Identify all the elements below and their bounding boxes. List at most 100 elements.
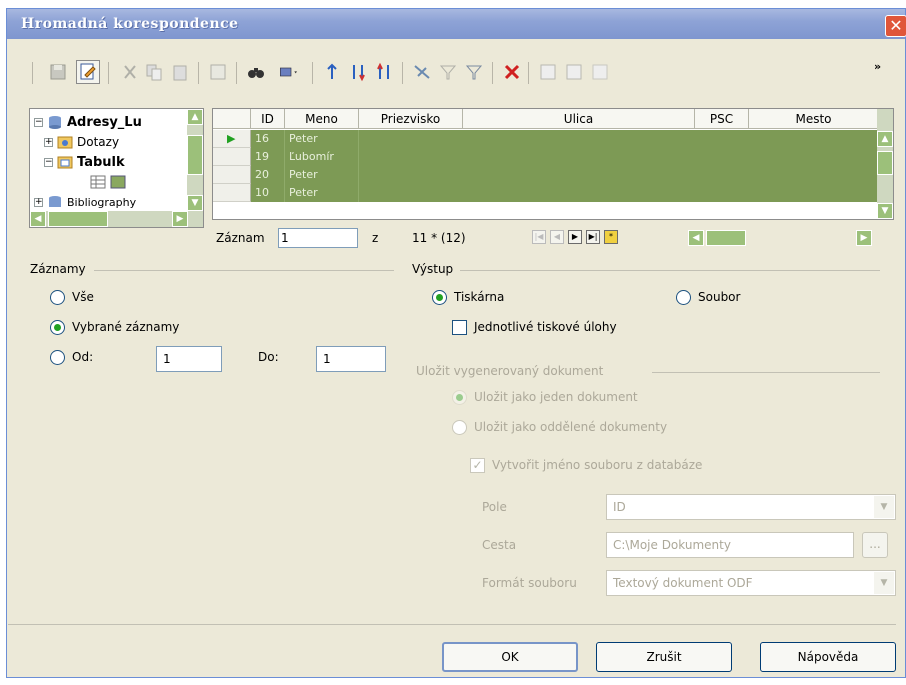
cell-rest[interactable] [359, 148, 879, 166]
single-print-jobs-label[interactable]: Jednotlivé tiskové úlohy [474, 320, 617, 334]
column-header-meno[interactable]: Meno [285, 109, 359, 129]
data-to-text-icon[interactable] [536, 60, 560, 84]
column-header-psc[interactable]: PSC [695, 109, 749, 129]
output-printer-label[interactable]: Tiskárna [454, 290, 504, 304]
tree-item-table[interactable] [90, 173, 130, 191]
records-from-input[interactable]: 1 [156, 346, 222, 372]
scroll-down-icon[interactable]: ▼ [187, 195, 203, 211]
collapse-icon[interactable]: − [34, 117, 43, 127]
save-separate-radio[interactable] [452, 420, 467, 435]
scroll-thumb[interactable] [187, 135, 203, 175]
first-record-icon[interactable]: |◀ [532, 230, 546, 244]
column-header-ulica[interactable]: Ulica [463, 109, 695, 129]
scroll-left-icon[interactable]: ◀ [30, 211, 46, 227]
scroll-up-icon[interactable]: ▲ [187, 109, 203, 125]
close-button[interactable]: ✕ [885, 15, 906, 37]
record-number-input[interactable]: 1 [278, 228, 358, 248]
data-to-fields-icon[interactable] [562, 60, 586, 84]
table-row[interactable]: 19 Ľubomír [213, 148, 879, 166]
cell-id[interactable]: 19 [251, 148, 285, 166]
save-icon[interactable] [46, 60, 70, 84]
row-selector[interactable] [213, 184, 251, 202]
row-selector[interactable] [213, 148, 251, 166]
output-file-label[interactable]: Soubor [698, 290, 740, 304]
chevron-down-icon[interactable]: ▼ [874, 496, 894, 518]
collapse-icon[interactable]: − [44, 157, 53, 167]
next-record-icon[interactable]: ▶ [568, 230, 582, 244]
cell-id[interactable]: 16 [251, 130, 285, 148]
cancel-button[interactable]: Zrušit [596, 642, 732, 672]
column-header-priezvisko[interactable]: Priezvisko [359, 109, 463, 129]
help-button[interactable]: Nápověda [760, 642, 896, 672]
cell-meno[interactable]: Peter [285, 130, 359, 148]
generate-filename-label[interactable]: Vytvořit jméno souboru z databáze [492, 458, 702, 472]
cell-meno[interactable]: Peter [285, 184, 359, 202]
records-from-label[interactable]: Od: [72, 350, 93, 364]
apply-filter-icon[interactable] [462, 60, 486, 84]
tree-horizontal-scrollbar[interactable]: ◀ ▶ [30, 211, 188, 227]
row-selector[interactable] [213, 166, 251, 184]
sort-ascending-icon[interactable] [320, 60, 344, 84]
last-record-icon[interactable]: ▶| [586, 230, 600, 244]
sort-descending-icon[interactable] [346, 60, 370, 84]
data-grid[interactable]: ID Meno Priezvisko Ulica PSC Mesto ▶ 16 … [212, 108, 894, 220]
scroll-right-icon[interactable]: ▶ [856, 230, 872, 246]
cell-id[interactable]: 10 [251, 184, 285, 202]
expand-icon[interactable]: + [34, 197, 43, 207]
records-to-input[interactable]: 1 [316, 346, 386, 372]
find-icon[interactable] [244, 60, 268, 84]
file-format-select[interactable]: Textový dokument ODF ▼ [606, 570, 896, 596]
autofilter-icon[interactable] [410, 60, 434, 84]
records-all-radio[interactable] [50, 290, 65, 305]
records-selected-radio[interactable] [50, 320, 65, 335]
column-header-mesto[interactable]: Mesto [749, 109, 879, 129]
scroll-up-icon[interactable]: ▲ [877, 131, 893, 147]
cell-rest[interactable] [359, 184, 879, 202]
scroll-thumb[interactable] [48, 211, 108, 227]
output-file-radio[interactable] [676, 290, 691, 305]
edit-document-icon[interactable] [76, 60, 100, 84]
single-print-jobs-checkbox[interactable] [452, 320, 467, 335]
cell-rest[interactable] [359, 166, 879, 184]
save-single-label[interactable]: Uložit jako jeden dokument [474, 390, 638, 404]
browse-button[interactable]: ... [862, 532, 888, 558]
save-single-radio[interactable] [452, 390, 467, 405]
generate-filename-checkbox[interactable]: ✓ [470, 458, 485, 473]
cell-id[interactable]: 20 [251, 166, 285, 184]
ok-button[interactable]: OK [442, 642, 578, 672]
row-selector[interactable]: ▶ [213, 130, 251, 148]
data-source-tree[interactable]: − Adresy_Lu + Dotazy − Tabulk + Bibliogr… [29, 108, 204, 228]
toolbar-overflow-icon[interactable]: » [874, 60, 881, 73]
records-all-label[interactable]: Vše [72, 290, 94, 304]
tree-item-tables[interactable]: − Tabulk [44, 153, 125, 171]
records-selected-label[interactable]: Vybrané záznamy [72, 320, 179, 334]
form-navigator-icon[interactable] [272, 60, 306, 84]
chevron-down-icon[interactable]: ▼ [874, 572, 894, 594]
table-row[interactable]: 20 Peter [213, 166, 879, 184]
table-row[interactable]: ▶ 16 Peter [213, 130, 879, 148]
column-header-id[interactable]: ID [251, 109, 285, 129]
tree-item-adresy[interactable]: − Adresy_Lu [34, 113, 142, 131]
cell-meno[interactable]: Ľubomír [285, 148, 359, 166]
paste-icon[interactable] [168, 60, 192, 84]
path-input[interactable]: C:\Moje Dokumenty [606, 532, 854, 558]
tree-item-bibliography[interactable]: + Bibliography [34, 193, 136, 211]
cell-meno[interactable]: Peter [285, 166, 359, 184]
output-printer-radio[interactable] [432, 290, 447, 305]
new-record-icon[interactable]: * [604, 230, 618, 244]
tree-vertical-scrollbar[interactable]: ▲ ▼ [187, 109, 203, 227]
scroll-thumb[interactable] [706, 230, 746, 246]
grid-vertical-scrollbar[interactable]: ▲ ▼ [877, 109, 893, 219]
mail-merge-icon[interactable] [588, 60, 612, 84]
previous-record-icon[interactable]: ◀ [550, 230, 564, 244]
table-row[interactable]: 10 Peter [213, 184, 879, 202]
cell-rest[interactable] [359, 130, 879, 148]
field-select[interactable]: ID ▼ [606, 494, 896, 520]
scroll-left-icon[interactable]: ◀ [688, 230, 704, 246]
sort-icon[interactable] [372, 60, 396, 84]
undo-icon[interactable] [206, 60, 230, 84]
save-separate-label[interactable]: Uložit jako oddělené dokumenty [474, 420, 667, 434]
copy-icon[interactable] [142, 60, 166, 84]
expand-icon[interactable]: + [44, 137, 53, 147]
scroll-thumb[interactable] [877, 151, 893, 175]
